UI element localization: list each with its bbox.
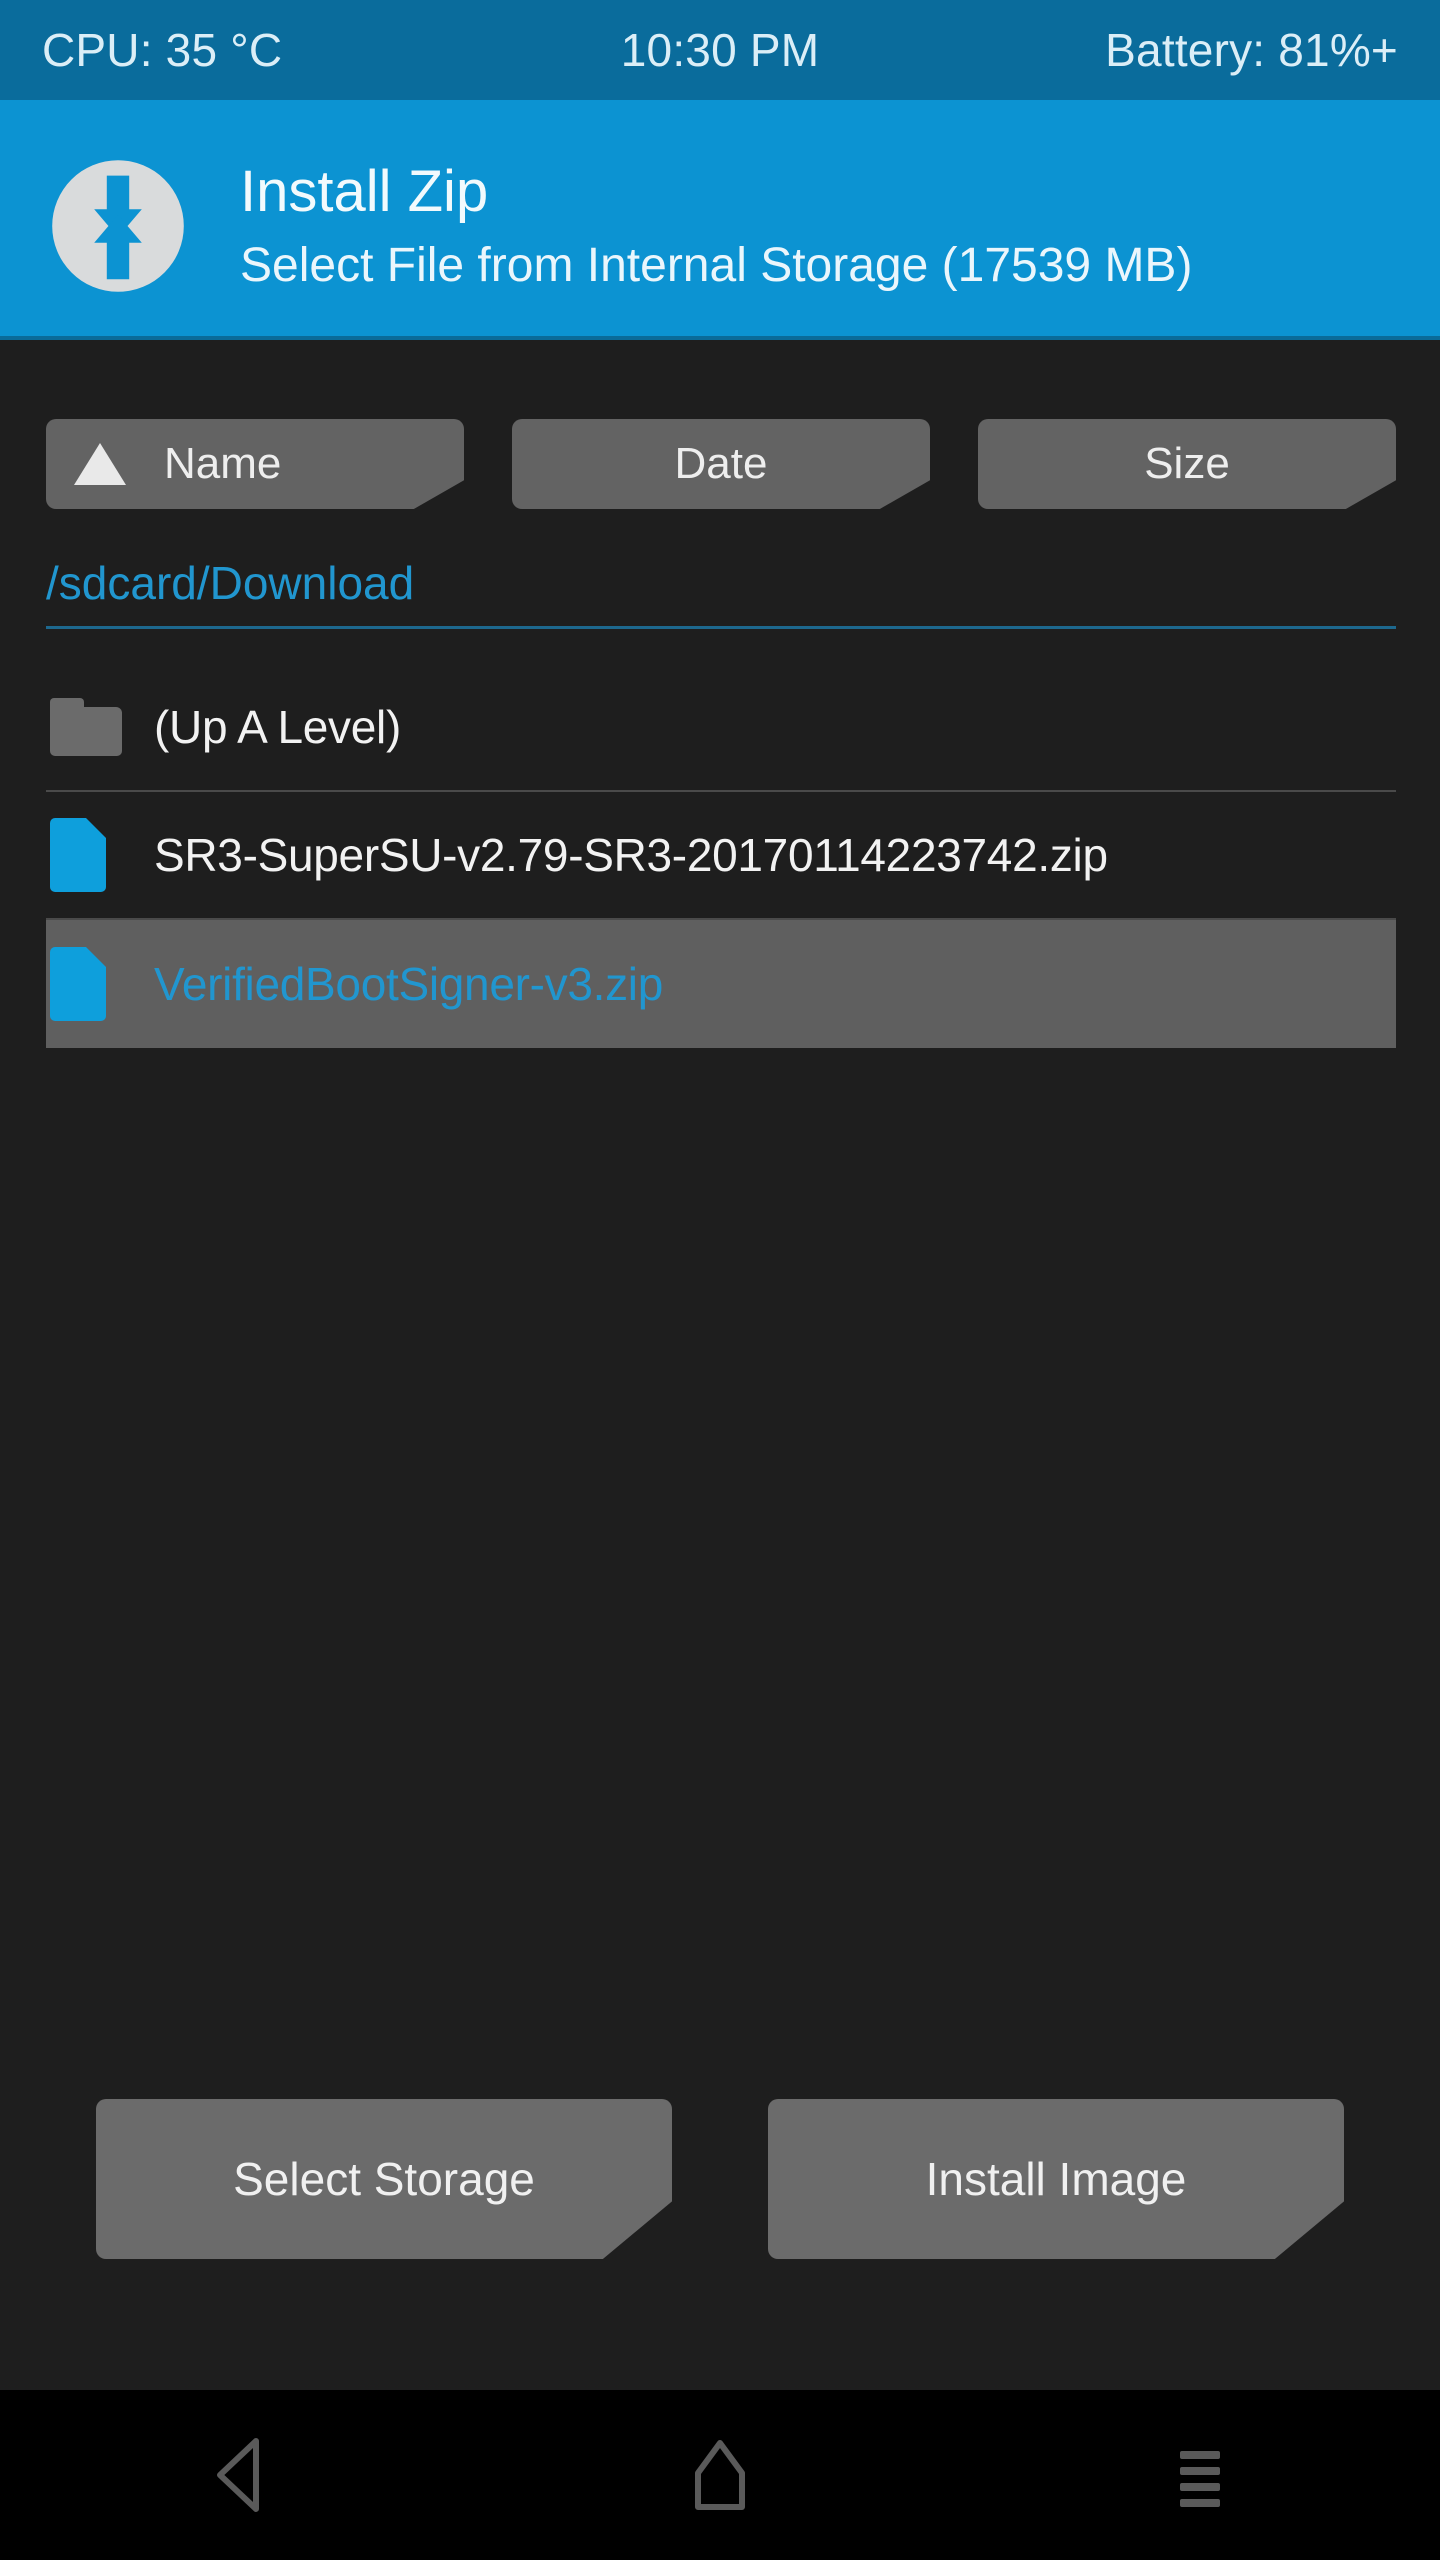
status-bar: CPU: 35 °C 10:30 PM Battery: 81%+ [0,0,1440,100]
file-list: (Up A Level) SR3-SuperSU-v2.79-SR3-20170… [46,664,1396,1048]
sort-by-size-label: Size [1144,439,1230,488]
sort-by-date-label: Date [674,439,768,488]
breadcrumb[interactable]: /sdcard/Download [46,554,1396,629]
list-item-label: VerifiedBootSigner-v3.zip [154,958,664,1010]
back-button[interactable] [140,2390,340,2560]
path-divider [46,626,1396,629]
back-triangle-icon [204,2435,276,2515]
battery-level-label: Battery: 81%+ [1105,24,1398,76]
twrp-install-zip-screen: CPU: 35 °C 10:30 PM Battery: 81%+ Instal… [0,0,1440,2560]
menu-lines-icon [1164,2435,1236,2515]
sort-by-size-button[interactable]: Size [978,419,1396,509]
page-title: Install Zip [240,159,489,224]
header-text-block: Install Zip Select File from Internal St… [240,154,1192,302]
app-header: Install Zip Select File from Internal St… [0,100,1440,340]
content-area: Name Date Size /sdcard/Download (Up A Le… [0,344,1440,2390]
action-button-row: Select Storage Install Image [96,2099,1346,2259]
list-item[interactable]: (Up A Level) [46,664,1396,792]
sort-by-date-button[interactable]: Date [512,419,930,509]
install-image-label: Install Image [925,2153,1187,2205]
current-path-label: /sdcard/Download [46,557,415,609]
sort-ascending-triangle-icon [74,443,126,485]
menu-button[interactable] [1100,2390,1300,2560]
select-storage-label: Select Storage [233,2153,535,2205]
list-item[interactable]: SR3-SuperSU-v2.79-SR3-20170114223742.zip [46,792,1396,920]
home-button[interactable] [620,2390,820,2560]
list-item-label: SR3-SuperSU-v2.79-SR3-20170114223742.zip [154,829,1108,881]
folder-icon [46,698,154,756]
select-storage-button[interactable]: Select Storage [96,2099,672,2259]
file-icon [46,818,154,892]
sort-button-row: Name Date Size [46,419,1396,509]
sort-by-name-button[interactable]: Name [46,419,464,509]
file-icon [46,947,154,1021]
sort-by-name-label: Name [164,439,282,488]
list-item-label: (Up A Level) [154,701,401,753]
list-item[interactable]: VerifiedBootSigner-v3.zip [46,920,1396,1048]
home-icon [684,2435,756,2515]
android-navigation-bar [0,2390,1440,2560]
install-image-button[interactable]: Install Image [768,2099,1344,2259]
twrp-logo-icon [48,156,188,296]
page-subtitle: Select File from Internal Storage (17539… [240,239,1193,292]
